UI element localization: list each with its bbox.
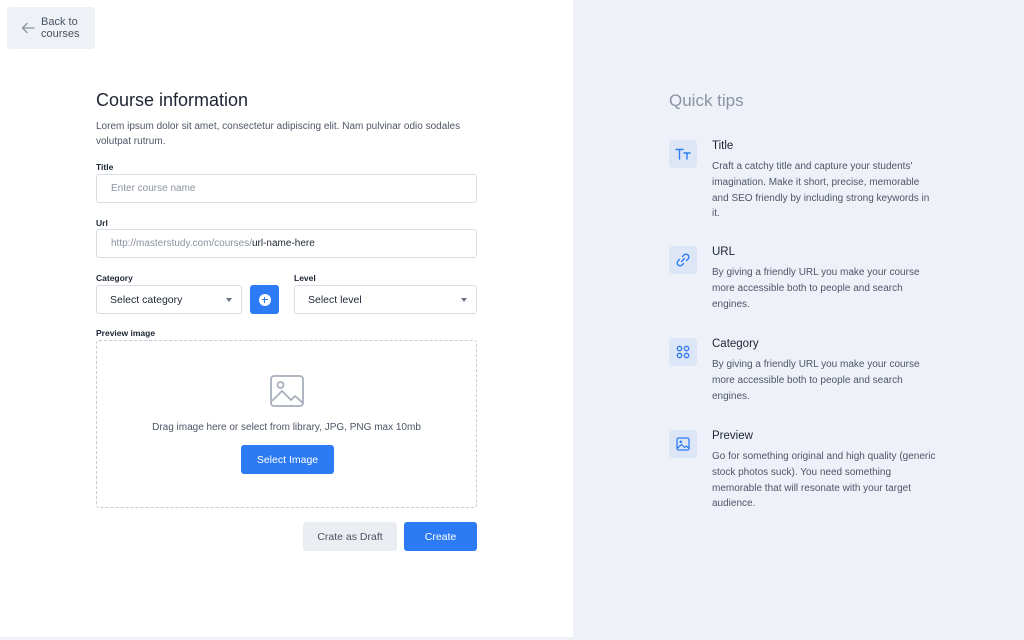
tip-title-heading: Title [712,140,734,152]
tip-category-text: By giving a friendly URL you make your c… [712,359,920,402]
create-draft-button[interactable]: Crate as Draft [303,522,397,551]
image-placeholder-icon [269,373,305,409]
url-prefix: http://masterstudy.com/courses/ [111,238,252,249]
level-select-value: Select level [308,293,362,306]
image-icon [669,430,697,458]
create-button[interactable]: Create [404,522,477,551]
course-url-input[interactable]: http://masterstudy.com/courses/url-name-… [96,229,477,258]
preview-image-label: Preview image [96,328,156,338]
level-select[interactable]: Select level [294,285,477,314]
tip-url-heading: URL [712,246,736,258]
tip-preview-heading: Preview [712,430,753,442]
chevron-down-icon [226,298,232,302]
tip-url-text: By giving a friendly URL you make your c… [712,267,920,310]
course-title-placeholder: Enter course name [111,183,196,194]
tip-preview-text: Go for something original and high quali… [712,451,936,510]
back-to-courses-button[interactable]: Back to courses [7,7,95,49]
image-drop-zone[interactable]: Drag image here or select from library, … [96,340,477,508]
course-title-input[interactable]: Enter course name [96,174,477,203]
url-value: url-name-here [251,238,315,249]
arrow-left-icon [21,22,35,34]
url-label: Url [96,218,108,228]
quick-tips-heading: Quick tips [669,91,744,110]
plus-circle-icon [258,293,271,306]
text-size-icon [669,140,697,168]
quick-tips-panel: Quick tips Title Craft a catchy title an… [573,0,1024,640]
back-label: Back to courses [41,16,80,40]
tip-title-text: Craft a catchy title and capture your st… [712,161,930,220]
title-label: Title [96,162,114,172]
page-title: Course information [96,90,249,110]
level-label: Level [294,273,316,283]
add-category-button[interactable] [250,285,279,314]
drop-instructions: Drag image here or select from library, … [152,422,421,433]
course-form-panel: Back to courses Course information Lorem… [0,0,573,640]
link-icon [669,246,697,274]
category-label: Category [96,273,133,283]
select-image-button[interactable]: Select Image [241,445,334,474]
chevron-down-icon [461,298,467,302]
category-select-value: Select category [110,293,183,306]
category-select[interactable]: Select category [96,285,242,314]
tip-category-heading: Category [712,338,759,350]
page-description: Lorem ipsum dolor sit amet, consectetur … [96,121,461,147]
category-grid-icon [669,338,697,366]
